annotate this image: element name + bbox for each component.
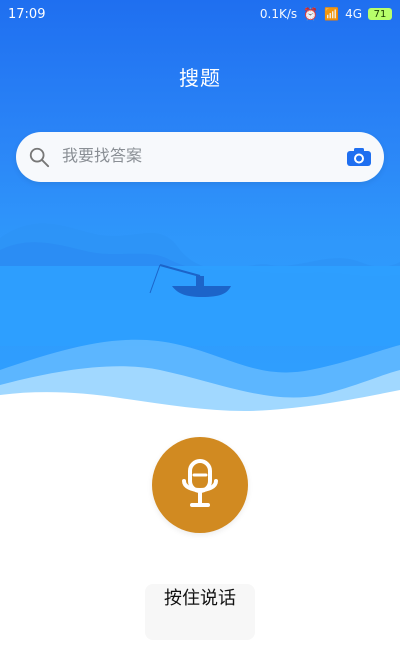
status-bar: 17:09 0.1K/s ⏰ 📶 4G 71 <box>0 0 400 28</box>
network-type: 4G <box>345 7 362 21</box>
status-right-group: 0.1K/s ⏰ 📶 4G 71 <box>260 7 392 21</box>
alarm-icon: ⏰ <box>303 7 319 21</box>
search-bar[interactable] <box>16 132 384 182</box>
battery-icon: 71 <box>368 8 392 20</box>
status-time: 17:09 <box>8 6 46 22</box>
search-input[interactable] <box>60 147 338 167</box>
page-title: 搜题 <box>179 66 221 90</box>
hold-to-speak-label: 按住说话 <box>164 588 236 609</box>
camera-icon[interactable] <box>346 147 372 167</box>
microphone-icon <box>182 459 218 507</box>
search-icon <box>29 147 50 168</box>
hold-to-speak-button[interactable]: 按住说话 <box>145 584 255 640</box>
signal-icon: 📶 <box>324 7 340 21</box>
network-speed: 0.1K/s <box>259 7 298 21</box>
microphone-button[interactable] <box>152 437 248 533</box>
